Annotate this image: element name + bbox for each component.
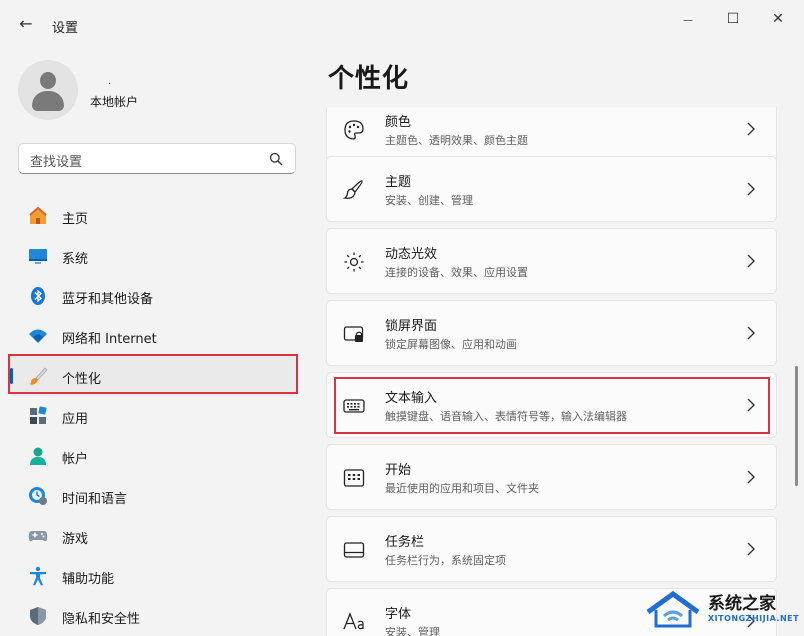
card-subtitle: 连接的设备、效果、应用设置 [385,266,528,279]
card-subtitle: 主题色、透明效果、颜色主题 [385,134,528,147]
close-button[interactable]: ✕ [758,8,798,30]
card-subtitle: 安装、管理 [385,626,440,636]
sidebar-item-personalization[interactable]: 个性化 [10,356,296,396]
search-icon [269,152,283,166]
search-box[interactable]: 查找设置 [18,143,296,174]
paintbrush-icon [29,367,48,385]
sidebar-item-label: 系统 [62,252,89,267]
home-icon [29,206,47,224]
chevron-right-icon [747,182,755,196]
sidebar-item-label: 时间和语言 [62,492,128,507]
back-button[interactable]: ← [14,12,38,36]
chevron-right-icon [747,326,755,340]
person-icon [30,447,46,465]
search-input[interactable]: 查找设置 [30,151,82,170]
card-title: 颜色 [385,115,412,130]
wifi-icon [29,329,47,343]
setting-card-lock-screen[interactable]: 锁屏界面 锁定屏幕图像、应用和动画 [326,300,777,366]
globe-clock-icon [29,487,47,505]
sidebar-item-label: 主页 [62,212,89,227]
sidebar-item-system[interactable]: 系统 [10,236,296,276]
close-icon: ✕ [772,11,784,27]
setting-card-colors[interactable]: 颜色 主题色、透明效果、颜色主题 [326,107,777,162]
start-icon [343,469,365,487]
chevron-right-icon [747,122,755,136]
chevron-right-icon [747,398,755,412]
sidebar-item-label: 个性化 [62,372,102,387]
card-title: 锁屏界面 [385,319,438,334]
lighting-icon [344,252,364,272]
chevron-right-icon [747,254,755,268]
account-name: 本地帐户 [90,95,139,109]
app-title: 设置 [52,21,79,36]
page-title: 个性化 [328,64,410,94]
scrollbar-thumb[interactable] [795,366,798,486]
card-title: 开始 [385,463,412,478]
sidebar-item-home[interactable]: 主页 [10,196,296,236]
sidebar-item-label: 辅助功能 [62,572,115,587]
chevron-right-icon [747,470,755,484]
palette-icon [344,120,364,140]
back-arrow-icon: ← [19,14,33,33]
setting-card-text-input[interactable]: 文本输入 触摸键盘、语音输入、表情符号等，输入法编辑器 [326,372,777,438]
card-title: 文本输入 [385,391,438,406]
sidebar-item-label: 帐户 [62,452,89,467]
brush-icon [343,180,363,199]
house-logo-icon [646,590,700,628]
sidebar-item-label: 隐私和安全性 [62,612,141,627]
maximize-button[interactable]: ☐ [713,8,753,30]
maximize-icon: ☐ [726,11,740,27]
sidebar-item-time-language[interactable]: 时间和语言 [10,476,296,516]
lock-screen-icon [343,326,364,342]
card-title: 字体 [385,607,412,622]
card-title: 主题 [385,175,412,190]
card-title: 任务栏 [385,535,425,550]
card-title: 动态光效 [385,247,438,262]
sidebar-item-accessibility[interactable]: 辅助功能 [10,556,296,596]
shield-icon [30,607,46,625]
avatar [18,60,78,120]
setting-card-dynamic-lighting[interactable]: 动态光效 连接的设备、效果、应用设置 [326,228,777,294]
minimize-icon: — [683,15,693,26]
active-indicator [10,368,13,384]
keyboard-icon [343,399,365,413]
sidebar-item-label: 网络和 Internet [62,332,157,347]
card-subtitle: 任务栏行为，系统固定项 [385,554,506,567]
accessibility-icon [30,566,46,586]
monitor-icon [29,249,47,264]
setting-card-start[interactable]: 开始 最近使用的应用和项目、文件夹 [326,444,777,510]
settings-list: 颜色 主题色、透明效果、颜色主题 主题 安装、创建、管理 动态光效 连接的设备、… [326,107,778,636]
card-subtitle: 触摸键盘、语音输入、表情符号等，输入法编辑器 [385,410,627,423]
title-bar: ← 设置 — ☐ ✕ [0,0,804,50]
sidebar-item-gaming[interactable]: 游戏 [10,516,296,556]
chevron-right-icon [747,542,755,556]
card-subtitle: 安装、创建、管理 [385,194,473,207]
gamepad-icon [28,531,48,542]
font-icon [343,612,364,630]
taskbar-icon [343,542,365,558]
account-dot: . [108,76,112,87]
setting-card-taskbar[interactable]: 任务栏 任务栏行为，系统固定项 [326,516,777,582]
sidebar-item-network[interactable]: 网络和 Internet [10,316,296,356]
apps-icon [30,406,47,424]
sidebar-item-label: 蓝牙和其他设备 [62,292,154,307]
minimize-button[interactable]: — [668,8,708,30]
sidebar-item-label: 应用 [62,412,89,427]
bluetooth-icon [31,287,45,305]
watermark-text: 系统之家 [708,594,776,614]
watermark: 系统之家 XITONGZHIJIA.NET [644,584,804,636]
card-subtitle: 最近使用的应用和项目、文件夹 [385,482,539,495]
sidebar-item-privacy[interactable]: 隐私和安全性 [10,596,296,636]
card-subtitle: 锁定屏幕图像、应用和动画 [385,338,517,351]
setting-card-themes[interactable]: 主题 安装、创建、管理 [326,156,777,222]
sidebar-item-label: 游戏 [62,532,89,547]
sidebar-nav: 主页 系统 蓝牙和其他设备 网络和 Internet 个性化 应用 帐户 时间和… [10,196,298,636]
watermark-url: XITONGZHIJIA.NET [708,614,800,623]
sidebar-item-apps[interactable]: 应用 [10,396,296,436]
sidebar-item-bluetooth[interactable]: 蓝牙和其他设备 [10,276,296,316]
sidebar-item-accounts[interactable]: 帐户 [10,436,296,476]
